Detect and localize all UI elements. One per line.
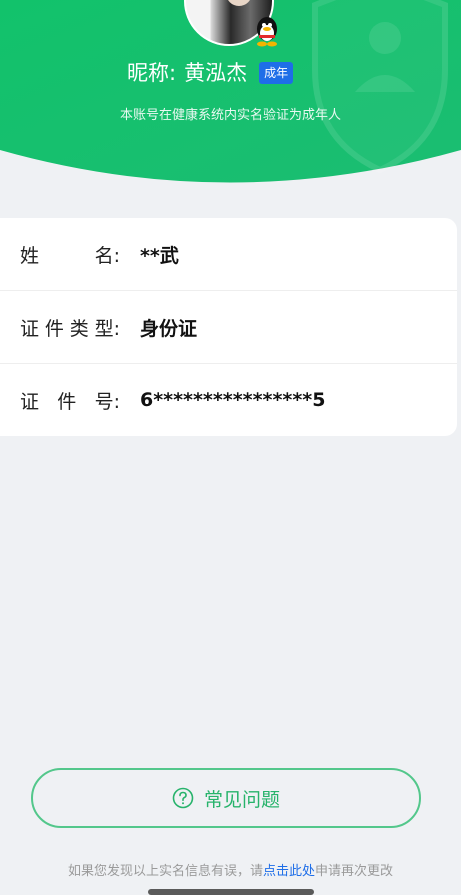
faq-button[interactable]: 常见问题 <box>31 768 421 828</box>
id-number-row: 证 件 号: 6****************5 <box>0 364 457 436</box>
name-label: 姓 名: <box>20 244 120 267</box>
home-indicator[interactable] <box>148 889 314 895</box>
footer-prefix: 如果您发现以上实名信息有误，请 <box>67 864 263 879</box>
qq-penguin-icon <box>257 17 277 47</box>
identity-info-card: 姓 名: **武 证 件 类 型: 身份证 证 件 号: 6**********… <box>0 218 457 436</box>
name-row: 姓 名: **武 <box>0 218 457 290</box>
nickname-label: 昵称: <box>127 61 177 85</box>
question-circle-icon <box>172 787 194 809</box>
footer-suffix: 申请再次更改 <box>315 864 394 879</box>
adult-badge: 成年 <box>259 62 294 84</box>
verify-note: 本账号在健康系统内实名验证为成年人 <box>119 108 341 123</box>
name-value: **武 <box>140 244 179 267</box>
nickname-value: 黄泓杰 <box>184 61 248 85</box>
footer-note: 如果您发现以上实名信息有误，请点击此处申请再次更改 <box>0 860 461 879</box>
nickname-row: 昵称: 黄泓杰 成年 <box>127 56 294 90</box>
id-number-value: 6****************5 <box>140 389 326 411</box>
id-type-row: 证 件 类 型: 身份证 <box>0 291 457 363</box>
id-type-value: 身份证 <box>140 317 198 340</box>
correction-link[interactable]: 点击此处 <box>263 864 315 879</box>
id-number-label: 证 件 号: <box>20 390 120 413</box>
profile-header: 昵称: 黄泓杰 成年 本账号在健康系统内实名验证为成年人 <box>0 0 461 190</box>
id-type-label: 证 件 类 型: <box>20 317 120 340</box>
faq-label: 常见问题 <box>203 788 280 811</box>
